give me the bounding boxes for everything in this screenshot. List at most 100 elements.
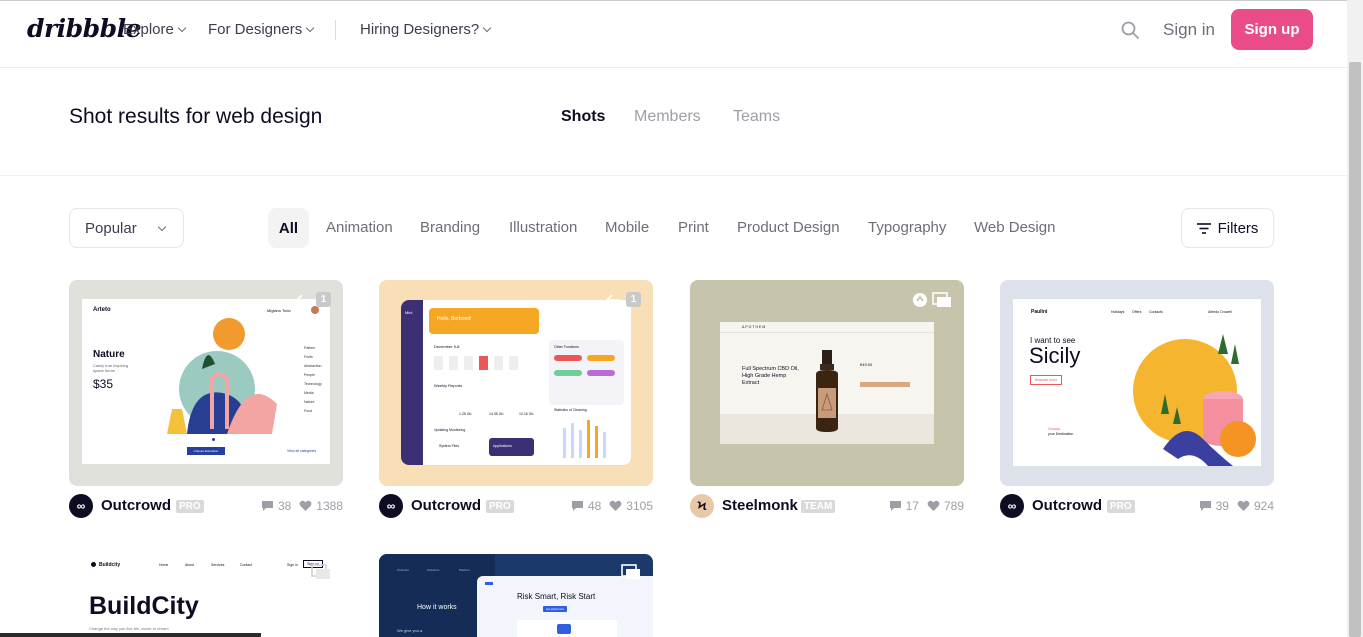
category-branding[interactable]: Branding	[420, 219, 480, 236]
preview-signin: Sign in	[287, 563, 298, 567]
avatar[interactable]: ∞	[69, 494, 93, 518]
comment-icon	[261, 501, 273, 511]
preview-brand: Buildcity	[99, 562, 121, 568]
author-name[interactable]: Outcrowd	[101, 497, 171, 514]
sign-in-link[interactable]: Sign in	[1163, 20, 1215, 40]
chevron-down-icon	[157, 222, 167, 232]
preview-menu-item: Products	[397, 568, 409, 572]
author-name[interactable]: Outcrowd	[411, 497, 481, 514]
attachment-badge	[311, 564, 331, 580]
tab-members[interactable]: Members	[634, 108, 701, 126]
like-count: 3105	[626, 499, 653, 513]
attachment-badge	[912, 292, 952, 308]
nav-for-designers[interactable]: For Designers	[208, 21, 315, 38]
attachment-count: 1	[316, 292, 331, 307]
preview-section-title: Weekly Reports	[434, 383, 463, 388]
chevron-down-icon	[482, 23, 492, 33]
preview-label: Applications	[493, 444, 512, 448]
preview-section-title: Updating Monitoring	[434, 428, 466, 432]
preview-heading: Full Spectrum CBD Oil, High Grade Hemp E…	[742, 366, 799, 386]
category-typography[interactable]: Typography	[868, 219, 946, 236]
category-web-design[interactable]: Web Design	[974, 219, 1055, 236]
pager-dot	[212, 438, 215, 441]
preview-menu-item: Platform	[459, 568, 471, 572]
nav-hiring-designers[interactable]: Hiring Designers?	[360, 21, 492, 38]
shot-card[interactable]: Arteto Migiano Todo Nature Caluly true i…	[69, 280, 343, 486]
illustration	[1133, 334, 1256, 466]
preview-heading: Risk Smart, Risk Start	[517, 592, 596, 601]
shot-stats: 39 924	[1199, 499, 1274, 513]
tab-shots[interactable]: Shots	[561, 108, 605, 126]
preview-sub: Caluly true inspiring space forms	[93, 363, 129, 373]
preview-heading: How it works	[417, 604, 457, 611]
avatar[interactable]: Ϟ	[690, 494, 714, 518]
attachment-badge	[621, 564, 641, 580]
scrollbar[interactable]	[1347, 0, 1363, 637]
shot-card[interactable]: APOTHEM Full Spectrum CBD Oil, High Grad…	[690, 280, 964, 486]
shot-preview: Risk Smart, Risk Start Get started now	[477, 576, 653, 637]
shot-preview: Mini Hello, Borbond! December 5-8 Weekly…	[401, 300, 631, 465]
comment-count: 48	[587, 499, 602, 513]
chevron-down-icon	[177, 23, 187, 33]
preview-note: Choose	[1048, 427, 1061, 431]
preview-section-title: Other Functions	[554, 345, 579, 349]
heart-icon[interactable]	[927, 500, 940, 512]
multi-shot-icon	[311, 564, 330, 579]
shot-card[interactable]: Mini Hello, Borbond! December 5-8 Weekly…	[379, 280, 653, 486]
heart-icon[interactable]	[1237, 500, 1250, 512]
preview-link: View all categories	[287, 449, 317, 453]
attachment-badge: 1	[606, 292, 641, 307]
pro-badge: PRO	[1107, 500, 1135, 513]
filter-icon	[1196, 222, 1211, 234]
shot-card[interactable]: Paulini Holidays Offers Contacts Alfredo…	[1000, 280, 1274, 486]
nav-explore[interactable]: Explore	[123, 21, 187, 38]
preview-heading: BuildCity	[89, 592, 199, 620]
scrollbar-thumb[interactable]	[1349, 62, 1361, 637]
top-nav: dribbble Explore For Designers Hiring De…	[0, 0, 1347, 68]
shot-stats: 17 789	[889, 499, 964, 513]
preview-menu-item: Holidays	[1111, 310, 1125, 314]
category-illustration[interactable]: Illustration	[509, 219, 577, 236]
preview-brand: Arteto	[93, 307, 111, 313]
sort-select-value: Popular	[85, 220, 137, 237]
search-icon[interactable]	[1121, 21, 1139, 39]
preview-menu-item: Offers	[1132, 310, 1142, 314]
category-all[interactable]: All	[268, 208, 309, 248]
heart-icon[interactable]	[609, 500, 622, 512]
comment-count: 17	[905, 499, 919, 513]
category-print[interactable]: Print	[678, 219, 709, 236]
shot-meta: ∞ Outcrowd PRO 38 1388	[69, 493, 343, 519]
like-count: 924	[1253, 499, 1274, 513]
author-name[interactable]: Steelmonk	[722, 497, 798, 514]
preview-day-strip	[434, 356, 534, 370]
sign-up-button[interactable]: Sign up	[1231, 9, 1313, 50]
sort-select[interactable]: Popular	[69, 208, 184, 248]
preview-cta: Choose illustration	[187, 447, 225, 455]
shot-card[interactable]: Buildcity Home About Services Contact Si…	[69, 554, 343, 637]
heart-icon[interactable]	[299, 500, 312, 512]
preview-bars	[563, 420, 606, 458]
multi-shot-icon	[932, 292, 951, 307]
preview-menu-item: Contact	[240, 563, 253, 567]
like-count: 789	[943, 499, 964, 513]
like-count: 1388	[316, 499, 343, 513]
category-animation[interactable]: Animation	[326, 219, 393, 236]
attachment-count: 1	[626, 292, 641, 307]
preview-label: System Files	[439, 444, 460, 448]
preview-stat: 12.16 Gb	[519, 412, 534, 416]
page: dribbble Explore For Designers Hiring De…	[0, 0, 1363, 637]
preview-stat: 14.35 Gb	[489, 412, 504, 416]
preview-brand: Paulini	[1031, 309, 1048, 315]
avatar[interactable]: ∞	[379, 494, 403, 518]
tab-teams[interactable]: Teams	[733, 108, 780, 126]
filters-label: Filters	[1217, 219, 1259, 237]
chevron-down-icon	[305, 23, 315, 33]
attachment-badge: 1	[296, 292, 331, 307]
author-name[interactable]: Outcrowd	[1032, 497, 1102, 514]
category-mobile[interactable]: Mobile	[605, 219, 649, 236]
team-badge: TEAM	[801, 500, 836, 513]
category-product-design[interactable]: Product Design	[737, 219, 840, 236]
filters-button[interactable]: Filters	[1181, 208, 1274, 248]
avatar[interactable]: ∞	[1000, 494, 1024, 518]
shot-card[interactable]: Products Solutions Platform How it works…	[379, 554, 653, 637]
